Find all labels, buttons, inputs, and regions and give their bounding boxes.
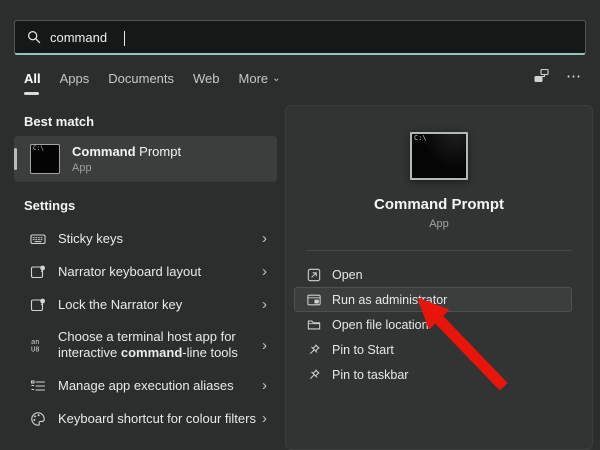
chevron-right-icon: ›: [262, 338, 267, 353]
svg-text:U8: U8: [31, 346, 39, 354]
pin-icon: [307, 343, 321, 357]
pin-icon: [307, 368, 321, 382]
admin-window-icon: [307, 293, 321, 307]
aliases-icon: [30, 378, 46, 394]
best-match-result-command-prompt[interactable]: C:\ Command Prompt App: [14, 136, 277, 182]
setting-sticky-keys[interactable]: Sticky keys ›: [14, 222, 277, 255]
chevron-right-icon: ›: [262, 411, 267, 426]
setting-lock-narrator-key[interactable]: Lock the Narrator key ›: [14, 288, 277, 321]
palette-icon: [30, 411, 46, 427]
tab-all[interactable]: All: [24, 71, 41, 95]
header-icons: ⋯: [533, 68, 582, 84]
account-icon[interactable]: [533, 68, 550, 84]
narrator-icon: [30, 264, 46, 280]
chevron-right-icon: ›: [262, 378, 267, 393]
action-pin-to-start[interactable]: Pin to Start: [294, 337, 572, 362]
cmd-window-icon: C:\: [30, 144, 60, 174]
chevron-right-icon: ›: [262, 231, 267, 246]
best-match-subtitle: App: [72, 162, 181, 174]
action-open-file-location[interactable]: Open file location: [294, 312, 572, 337]
tab-more[interactable]: More ⌄: [239, 71, 281, 95]
setting-narrator-keyboard-layout[interactable]: Narrator keyboard layout ›: [14, 255, 277, 288]
chevron-down-icon: ⌄: [272, 73, 280, 84]
search-input[interactable]: [50, 30, 573, 45]
action-list: Open Run as administrator Open file loca…: [286, 262, 592, 387]
setting-colour-filters-shortcut[interactable]: Keyboard shortcut for colour filters ›: [14, 402, 277, 435]
action-run-as-administrator[interactable]: Run as administrator: [294, 287, 572, 312]
search-icon: [27, 30, 41, 44]
cmd-window-icon-large: C:\: [410, 132, 468, 180]
setting-terminal-host-app[interactable]: an U8 Choose a terminal host app for int…: [14, 321, 277, 369]
keyboard-icon: [30, 231, 46, 247]
preview-app-title: Command Prompt: [374, 196, 504, 213]
tab-web[interactable]: Web: [193, 71, 220, 95]
settings-results-list: Sticky keys › Narrator keyboard layout ›…: [14, 222, 277, 435]
best-match-header: Best match: [24, 114, 94, 129]
divider: [306, 250, 572, 251]
action-pin-to-taskbar[interactable]: Pin to taskbar: [294, 362, 572, 387]
search-bar[interactable]: [14, 20, 586, 55]
terminal-host-icon: an U8: [30, 337, 46, 353]
more-options-icon[interactable]: ⋯: [566, 69, 582, 84]
windows-search-flyout: { "search": { "value": "command" }, "tab…: [0, 0, 600, 444]
chevron-right-icon: ›: [262, 264, 267, 279]
launch-icon: [307, 268, 321, 282]
search-filter-tabs: All Apps Documents Web More ⌄: [24, 71, 281, 95]
selection-accent-bar: [14, 148, 17, 170]
text-caret: [124, 31, 125, 46]
action-open[interactable]: Open: [294, 262, 572, 287]
best-match-title: Command Prompt: [72, 144, 181, 159]
setting-app-execution-aliases[interactable]: Manage app execution aliases ›: [14, 369, 277, 402]
chevron-right-icon: ›: [262, 297, 267, 312]
tab-apps[interactable]: Apps: [60, 71, 90, 95]
preview-app-subtitle: App: [429, 218, 449, 230]
narrator-icon: [30, 297, 46, 313]
preview-panel: C:\ Command Prompt App Open Run as admin…: [285, 105, 593, 450]
settings-header: Settings: [24, 198, 75, 213]
tab-documents[interactable]: Documents: [108, 71, 174, 95]
folder-icon: [307, 318, 321, 332]
